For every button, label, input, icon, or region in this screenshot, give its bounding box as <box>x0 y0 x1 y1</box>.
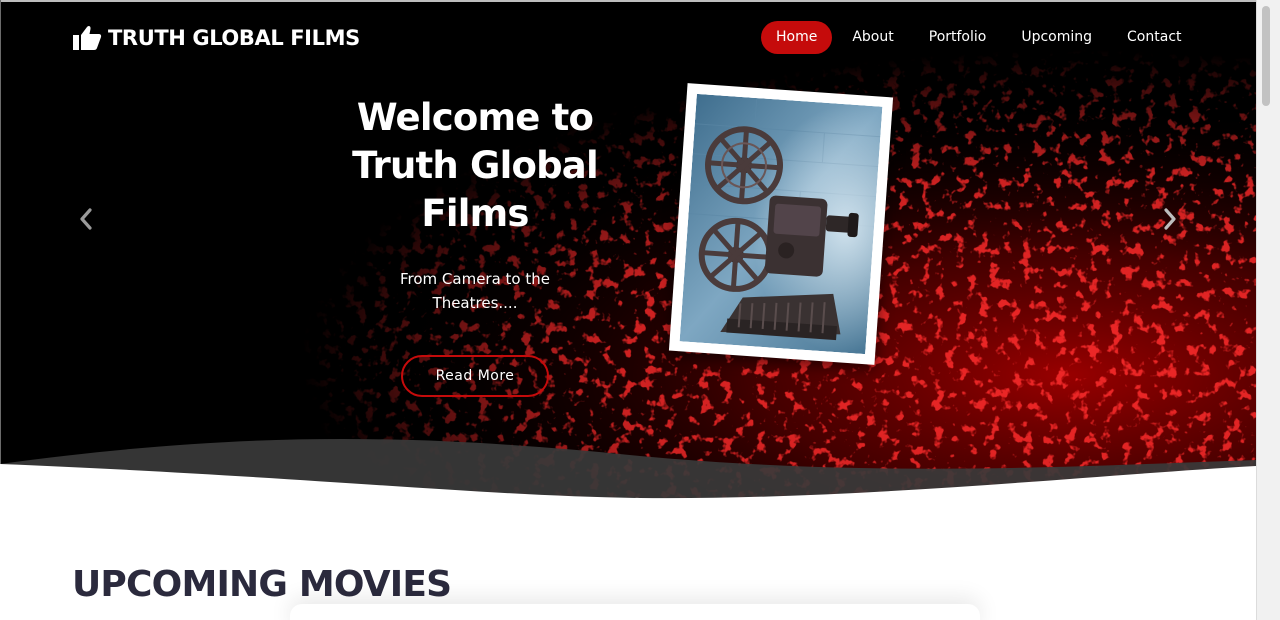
main-nav: Home About Portfolio Upcoming Contact <box>761 21 1202 54</box>
upcoming-movies-heading: UPCOMING MOVIES <box>72 564 452 605</box>
nav-portfolio[interactable]: Portfolio <box>914 21 1002 54</box>
projector-photo <box>668 83 894 365</box>
page: TRUTH GLOBAL FILMS Home About Portfolio … <box>0 0 1280 620</box>
brand-name: TRUTH GLOBAL FILMS <box>108 26 360 50</box>
brand-logo[interactable]: TRUTH GLOBAL FILMS <box>72 24 360 52</box>
chevron-left-icon[interactable] <box>76 205 96 233</box>
hero-title: Welcome to Truth Global Films <box>352 96 598 235</box>
movie-card <box>290 604 980 620</box>
nav-contact[interactable]: Contact <box>1112 21 1196 54</box>
scrollbar-thumb[interactable] <box>1262 6 1270 106</box>
page-scrollbar[interactable] <box>1256 0 1280 620</box>
chevron-right-icon[interactable] <box>1160 205 1180 233</box>
thumbs-up-icon <box>73 25 102 50</box>
hero-subtitle: From Camera to the Theatres.... <box>399 270 550 312</box>
hero-slider: TRUTH GLOBAL FILMS Home About Portfolio … <box>0 0 1256 500</box>
nav-upcoming[interactable]: Upcoming <box>1006 21 1107 54</box>
hero-wave-divider <box>0 439 1256 500</box>
window-left-border <box>0 0 1 465</box>
nav-home[interactable]: Home <box>761 21 833 54</box>
nav-about[interactable]: About <box>837 21 908 54</box>
read-more-button[interactable]: Read More <box>401 355 549 397</box>
window-top-border <box>0 0 1256 2</box>
film-projector-image <box>679 93 883 355</box>
